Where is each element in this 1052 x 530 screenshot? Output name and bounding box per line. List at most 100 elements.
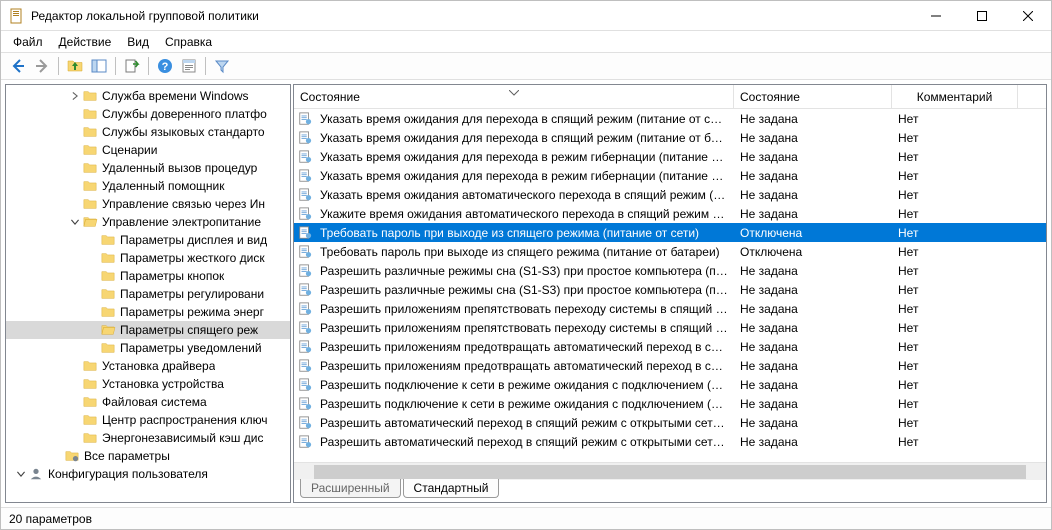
policy-row[interactable]: Укажите время ожидания автоматического п… — [294, 204, 1046, 223]
sort-indicator-icon — [509, 85, 519, 99]
tree-item[interactable]: Энергонезависимый кэш дис — [6, 429, 290, 447]
export-button[interactable] — [121, 55, 143, 77]
menu-action[interactable]: Действие — [51, 33, 120, 51]
properties-button[interactable] — [178, 55, 200, 77]
tree-item[interactable]: Параметры спящего реж — [6, 321, 290, 339]
policy-comment-cell: Нет — [892, 207, 1018, 221]
tree-item[interactable]: Центр распространения ключ — [6, 411, 290, 429]
scroll-thumb[interactable] — [314, 465, 1026, 479]
policy-row[interactable]: Разрешить приложениям препятствовать пер… — [294, 299, 1046, 318]
toolbar-separator — [58, 57, 59, 75]
tree-item[interactable]: Параметры регулировани — [6, 285, 290, 303]
expand-icon[interactable] — [68, 89, 82, 103]
tree-toggle-empty — [68, 125, 82, 139]
policy-row[interactable]: Разрешить приложениям предотвращать авто… — [294, 356, 1046, 375]
policy-row[interactable]: Разрешить подключение к сети в режиме ож… — [294, 375, 1046, 394]
tree-item[interactable]: Управление электропитание — [6, 213, 290, 231]
up-folder-button[interactable] — [64, 55, 86, 77]
tree-toggle-empty — [68, 395, 82, 409]
tab-extended[interactable]: Расширенный — [300, 479, 401, 498]
policy-row[interactable]: Требовать пароль при выходе из спящего р… — [294, 242, 1046, 261]
column-header-comment[interactable]: Комментарий — [892, 85, 1018, 108]
tree-item[interactable]: Удаленный вызов процедур — [6, 159, 290, 177]
folder-icon — [82, 413, 98, 427]
tree-item[interactable]: Службы доверенного платфо — [6, 105, 290, 123]
close-button[interactable] — [1005, 1, 1051, 31]
policy-row[interactable]: Указать время ожидания для перехода в сп… — [294, 109, 1046, 128]
tree-item[interactable]: Управление связью через Ин — [6, 195, 290, 213]
tree-item[interactable]: Установка устройства — [6, 375, 290, 393]
tree-item[interactable]: Сценарии — [6, 141, 290, 159]
policy-row[interactable]: Указать время ожидания автоматического п… — [294, 185, 1046, 204]
policy-name-cell: Разрешить приложениям предотвращать авто… — [314, 359, 734, 373]
menu-help[interactable]: Справка — [157, 33, 220, 51]
policy-row[interactable]: Разрешить подключение к сети в режиме ож… — [294, 394, 1046, 413]
tree-item[interactable]: Конфигурация пользователя — [6, 465, 290, 483]
policy-row[interactable]: Разрешить различные режимы сна (S1-S3) п… — [294, 261, 1046, 280]
window: Редактор локальной групповой политики Фа… — [0, 0, 1052, 530]
menu-view[interactable]: Вид — [119, 33, 157, 51]
filter-button[interactable] — [211, 55, 233, 77]
policy-row[interactable]: Указать время ожидания для перехода в ре… — [294, 147, 1046, 166]
policy-icon — [298, 358, 314, 374]
policy-status-cell: Не задана — [734, 169, 892, 183]
folder-icon — [82, 197, 98, 211]
policy-name-cell: Разрешить различные режимы сна (S1-S3) п… — [314, 283, 734, 297]
tree-item[interactable]: Все параметры — [6, 447, 290, 465]
policy-row[interactable]: Указать время ожидания для перехода в ре… — [294, 166, 1046, 185]
maximize-button[interactable] — [959, 1, 1005, 31]
policy-comment-cell: Нет — [892, 226, 1018, 240]
collapse-icon[interactable] — [68, 215, 82, 229]
collapse-icon[interactable] — [14, 467, 28, 481]
toolbar-separator — [148, 57, 149, 75]
tree-toggle-empty — [50, 449, 64, 463]
tree-item[interactable]: Служба времени Windows — [6, 87, 290, 105]
help-button[interactable]: ? — [154, 55, 176, 77]
tree-item[interactable]: Файловая система — [6, 393, 290, 411]
policy-icon — [298, 282, 314, 298]
tree-item[interactable]: Параметры режима энерг — [6, 303, 290, 321]
tab-standard[interactable]: Стандартный — [403, 479, 500, 498]
tree-item[interactable]: Удаленный помощник — [6, 177, 290, 195]
policy-row[interactable]: Требовать пароль при выходе из спящего р… — [294, 223, 1046, 242]
policy-status-cell: Не задана — [734, 378, 892, 392]
column-header-status[interactable]: Состояние — [734, 85, 892, 108]
tree-item[interactable]: Параметры кнопок — [6, 267, 290, 285]
minimize-button[interactable] — [913, 1, 959, 31]
policy-row[interactable]: Разрешить автоматический переход в спящи… — [294, 413, 1046, 432]
tree-item-label: Сценарии — [102, 143, 157, 157]
tree-item[interactable]: Установка драйвера — [6, 357, 290, 375]
nav-back-button[interactable] — [7, 55, 29, 77]
policy-row[interactable]: Разрешить различные режимы сна (S1-S3) п… — [294, 280, 1046, 299]
tree-item-label: Параметры уведомлений — [120, 341, 262, 355]
tree-item-label: Файловая система — [102, 395, 207, 409]
policy-row[interactable]: Разрешить автоматический переход в спящи… — [294, 432, 1046, 451]
tree-item-label: Центр распространения ключ — [102, 413, 268, 427]
folder-icon — [100, 269, 116, 283]
tree-toggle-empty — [86, 305, 100, 319]
policy-icon — [298, 377, 314, 393]
policy-row[interactable]: Разрешить приложениям препятствовать пер… — [294, 318, 1046, 337]
show-hide-tree-button[interactable] — [88, 55, 110, 77]
titlebar[interactable]: Редактор локальной групповой политики — [1, 1, 1051, 31]
policy-row[interactable]: Указать время ожидания для перехода в сп… — [294, 128, 1046, 147]
tree-item[interactable]: Параметры дисплея и вид — [6, 231, 290, 249]
nav-forward-button[interactable] — [31, 55, 53, 77]
policy-icon — [298, 396, 314, 412]
menu-file[interactable]: Файл — [5, 33, 51, 51]
tree-toggle-empty — [68, 107, 82, 121]
list-scroll[interactable]: Состояние Состояние Комментарий Указать … — [294, 85, 1046, 462]
column-header-name[interactable]: Состояние — [294, 85, 734, 108]
policy-status-cell: Не задана — [734, 283, 892, 297]
tree-item[interactable]: Службы языковых стандарто — [6, 123, 290, 141]
horizontal-scrollbar[interactable] — [294, 462, 1046, 480]
policy-row[interactable]: Разрешить приложениям предотвращать авто… — [294, 337, 1046, 356]
policy-name-cell: Разрешить приложениям препятствовать пер… — [314, 302, 734, 316]
policy-name-cell: Указать время ожидания для перехода в сп… — [314, 112, 734, 126]
tree-item[interactable]: Параметры уведомлений — [6, 339, 290, 357]
policy-status-cell: Не задана — [734, 302, 892, 316]
policy-icon — [298, 206, 314, 222]
folder-icon — [100, 305, 116, 319]
tree-panel[interactable]: Служба времени WindowsСлужбы доверенного… — [5, 84, 291, 503]
tree-item[interactable]: Параметры жесткого диск — [6, 249, 290, 267]
